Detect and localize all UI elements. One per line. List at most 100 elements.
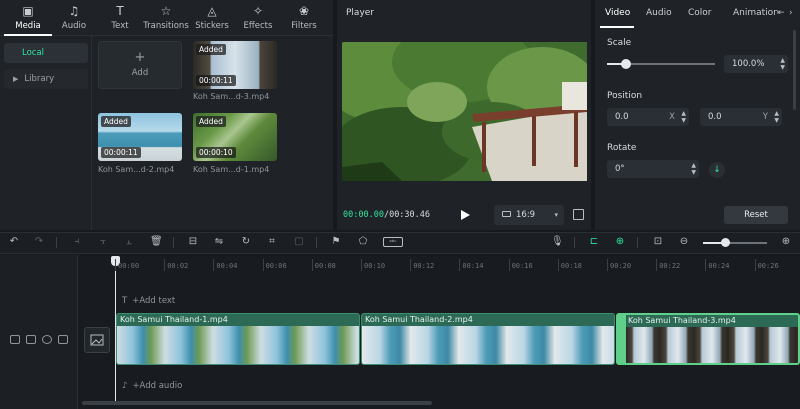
clip-filmstrip (362, 326, 614, 364)
tab-text[interactable]: T Text (96, 0, 144, 36)
track-headers (0, 255, 78, 409)
add-media-button[interactable]: + Add (98, 41, 182, 89)
aspect-ratio-select[interactable]: 16:9 ▾ (494, 205, 564, 225)
sidebar-item-library[interactable]: ▶ Library (4, 69, 88, 89)
freeze-icon[interactable]: ⊟ (187, 236, 199, 248)
media-thumbnail-2[interactable]: Added 00:00:11 (98, 113, 182, 161)
total-time: /00:30.46 (383, 210, 431, 220)
rotate-dial-icon[interactable]: ↓ (709, 162, 725, 178)
video-track-icon[interactable] (10, 335, 20, 344)
duration-label: 00:00:10 (196, 147, 236, 158)
timeline-clip-1[interactable]: Koh Samui Thailand-1.mp4 (116, 313, 360, 365)
sidebar-item-local[interactable]: Local (4, 43, 88, 63)
mirror-icon[interactable]: ⇋ (213, 236, 225, 248)
tab-filters[interactable]: ❀ Filters (280, 0, 328, 36)
tab-scroll-right-icon[interactable]: › (789, 8, 793, 18)
trim-start-icon[interactable]: ⫟ (97, 236, 109, 248)
fit-timeline-icon[interactable]: ⊡ (652, 236, 664, 248)
zoom-in-icon[interactable]: ⊕ (780, 236, 792, 248)
media-icon: ▣ (22, 4, 34, 18)
fullscreen-icon[interactable] (573, 209, 584, 220)
tab-effects-label: Effects (243, 21, 273, 31)
video-preview[interactable] (342, 42, 587, 181)
color-match-icon[interactable]: ⚑ (330, 236, 342, 248)
ruler-tick-label: 00:10 (364, 262, 386, 270)
timeline-clip-3-selected[interactable]: Koh Samui Thailand-3.mp4 (616, 313, 800, 365)
reset-button[interactable]: Reset (724, 206, 788, 224)
ruler-tick (115, 259, 116, 271)
clip-trim-handle[interactable] (618, 315, 626, 363)
y-axis-label: Y (762, 112, 768, 122)
media-thumbnail-3[interactable]: Added 00:00:11 (193, 41, 277, 89)
clip-title: Koh Samui Thailand-1.mp4 (120, 315, 228, 324)
mask-icon[interactable]: ⬠ (357, 236, 369, 248)
redo-icon[interactable]: ↷ (33, 236, 45, 248)
subtitle-icon[interactable]: ᵃᵇᶜ (383, 237, 403, 247)
toolbar-divider (56, 237, 57, 248)
split-icon[interactable]: ⫞ (71, 236, 83, 248)
microphone-icon[interactable]: 🎙 (551, 236, 564, 248)
zoom-out-icon[interactable]: ⊖ (678, 236, 690, 248)
tab-media[interactable]: ▣ Media (4, 0, 52, 36)
scale-value: 100.0% (732, 59, 765, 69)
scale-input[interactable]: 100.0% ▲ ▼ (724, 55, 788, 73)
timeline-clip-2[interactable]: Koh Samui Thailand-2.mp4 (361, 313, 615, 365)
position-y-input[interactable]: 0.0 Y ▲ ▼ (700, 108, 782, 126)
ruler-tick (262, 259, 264, 271)
eye-icon[interactable] (42, 335, 52, 344)
timeline-scrollbar[interactable] (82, 401, 432, 405)
added-badge: Added (196, 116, 226, 127)
stepper-arrows-icon[interactable]: ▲ ▼ (780, 57, 785, 71)
link-icon[interactable]: ⊕ (614, 236, 626, 248)
track-cover-image-icon[interactable] (84, 327, 110, 353)
delete-icon[interactable]: 🗑 (150, 236, 163, 248)
media-filename-3: Koh Sam...d-3.mp4 (193, 92, 270, 101)
ruler-tick-label: 00:22 (659, 262, 681, 270)
media-filename-2: Koh Sam...d-2.mp4 (98, 165, 175, 174)
media-filename-1: Koh Sam...d-1.mp4 (193, 165, 270, 174)
add-media-label: Add (131, 68, 149, 78)
tab-audio[interactable]: ♫ Audio (50, 0, 98, 36)
trim-end-icon[interactable]: ⫠ (123, 236, 135, 248)
lock-icon[interactable] (26, 335, 36, 344)
sidebar-item-library-label: Library (24, 74, 55, 84)
effects-icon: ✧ (252, 4, 264, 18)
tab-color[interactable]: Color (688, 8, 712, 18)
ruler-tick-label: 00:04 (216, 262, 238, 270)
added-badge: Added (196, 44, 226, 55)
tab-text-label: Text (111, 21, 129, 31)
clip-filmstrip (117, 326, 359, 364)
ruler-tick-label: 00:18 (560, 262, 582, 270)
speaker-icon[interactable] (58, 335, 68, 344)
stepper-arrows-icon[interactable]: ▲ ▼ (774, 110, 779, 124)
position-x-input[interactable]: 0.0 X ▲ ▼ (607, 108, 689, 126)
play-button[interactable] (459, 209, 471, 221)
tab-audio-props[interactable]: Audio (646, 8, 672, 18)
tab-animation[interactable]: Animation (733, 8, 777, 18)
stickers-icon: ◬ (207, 4, 217, 18)
tab-audio-label: Audio (61, 21, 87, 31)
tab-video[interactable]: Video (605, 8, 630, 18)
rotate-input[interactable]: 0° ▲ ▼ (607, 160, 699, 178)
duration-label: 00:00:11 (196, 75, 236, 86)
undo-icon[interactable]: ↶ (8, 236, 20, 248)
frame-icon[interactable]: ▢ (293, 236, 305, 248)
tab-media-label: Media (15, 21, 41, 31)
media-thumbnail-1[interactable]: Added 00:00:10 (193, 113, 277, 161)
properties-scrollbar[interactable] (793, 30, 796, 110)
player-title: Player (346, 8, 375, 18)
tab-stickers[interactable]: ◬ Stickers (188, 0, 236, 36)
magnet-snap-icon[interactable]: ⊏ (588, 236, 600, 248)
crop-icon[interactable]: ⌗ (266, 236, 278, 248)
add-audio-track[interactable]: ♪ +Add audio (122, 381, 182, 391)
rotate-icon[interactable]: ↻ (240, 236, 252, 248)
add-text-track[interactable]: T +Add text (122, 296, 175, 306)
tab-effects[interactable]: ✧ Effects (234, 0, 282, 36)
tab-transitions[interactable]: ☆ Transitions (142, 0, 190, 36)
stepper-arrows-icon[interactable]: ▲ ▼ (681, 110, 686, 124)
ruler-tick (508, 259, 510, 271)
stepper-arrows-icon[interactable]: ▲ ▼ (691, 162, 696, 176)
tab-filters-label: Filters (291, 21, 317, 31)
tab-scroll-left-icon[interactable]: ⇤ (777, 8, 785, 18)
position-y-value: 0.0 (708, 112, 722, 122)
